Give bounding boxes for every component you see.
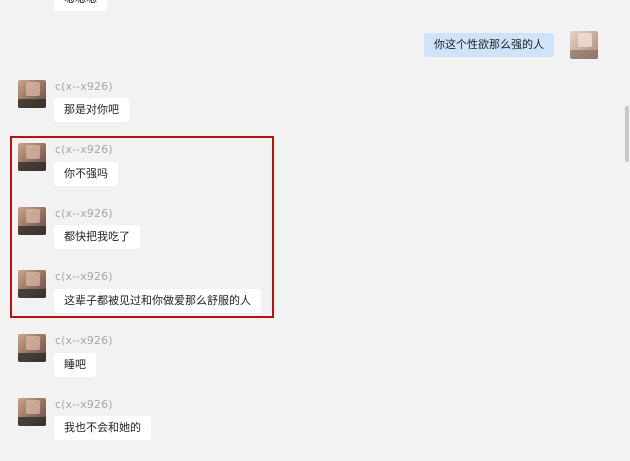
chat-history: 嗯嗯嗯 你这个性欲那么强的人 c(x--x926) 那是对你吧 c(x--x92… [0, 0, 630, 461]
message-bubble-partial: 嗯嗯嗯 [54, 0, 107, 11]
sender-name: c(x--x926) [55, 398, 113, 411]
message-bubble: 那是对你吧 [54, 98, 129, 122]
sender-name: c(x--x926) [55, 334, 113, 347]
sender-name: c(x--x926) [55, 80, 113, 93]
contact-avatar[interactable] [18, 334, 46, 362]
self-message-bubble: 你这个性欲那么强的人 [424, 33, 554, 57]
message-bubble: 睡吧 [54, 353, 96, 377]
highlight-annotation-box [10, 136, 274, 318]
contact-avatar[interactable] [18, 80, 46, 108]
scrollbar-thumb[interactable] [625, 106, 629, 162]
message-bubble: 我也不会和她的 [54, 416, 151, 440]
contact-avatar[interactable] [18, 398, 46, 426]
self-avatar[interactable] [570, 31, 598, 59]
